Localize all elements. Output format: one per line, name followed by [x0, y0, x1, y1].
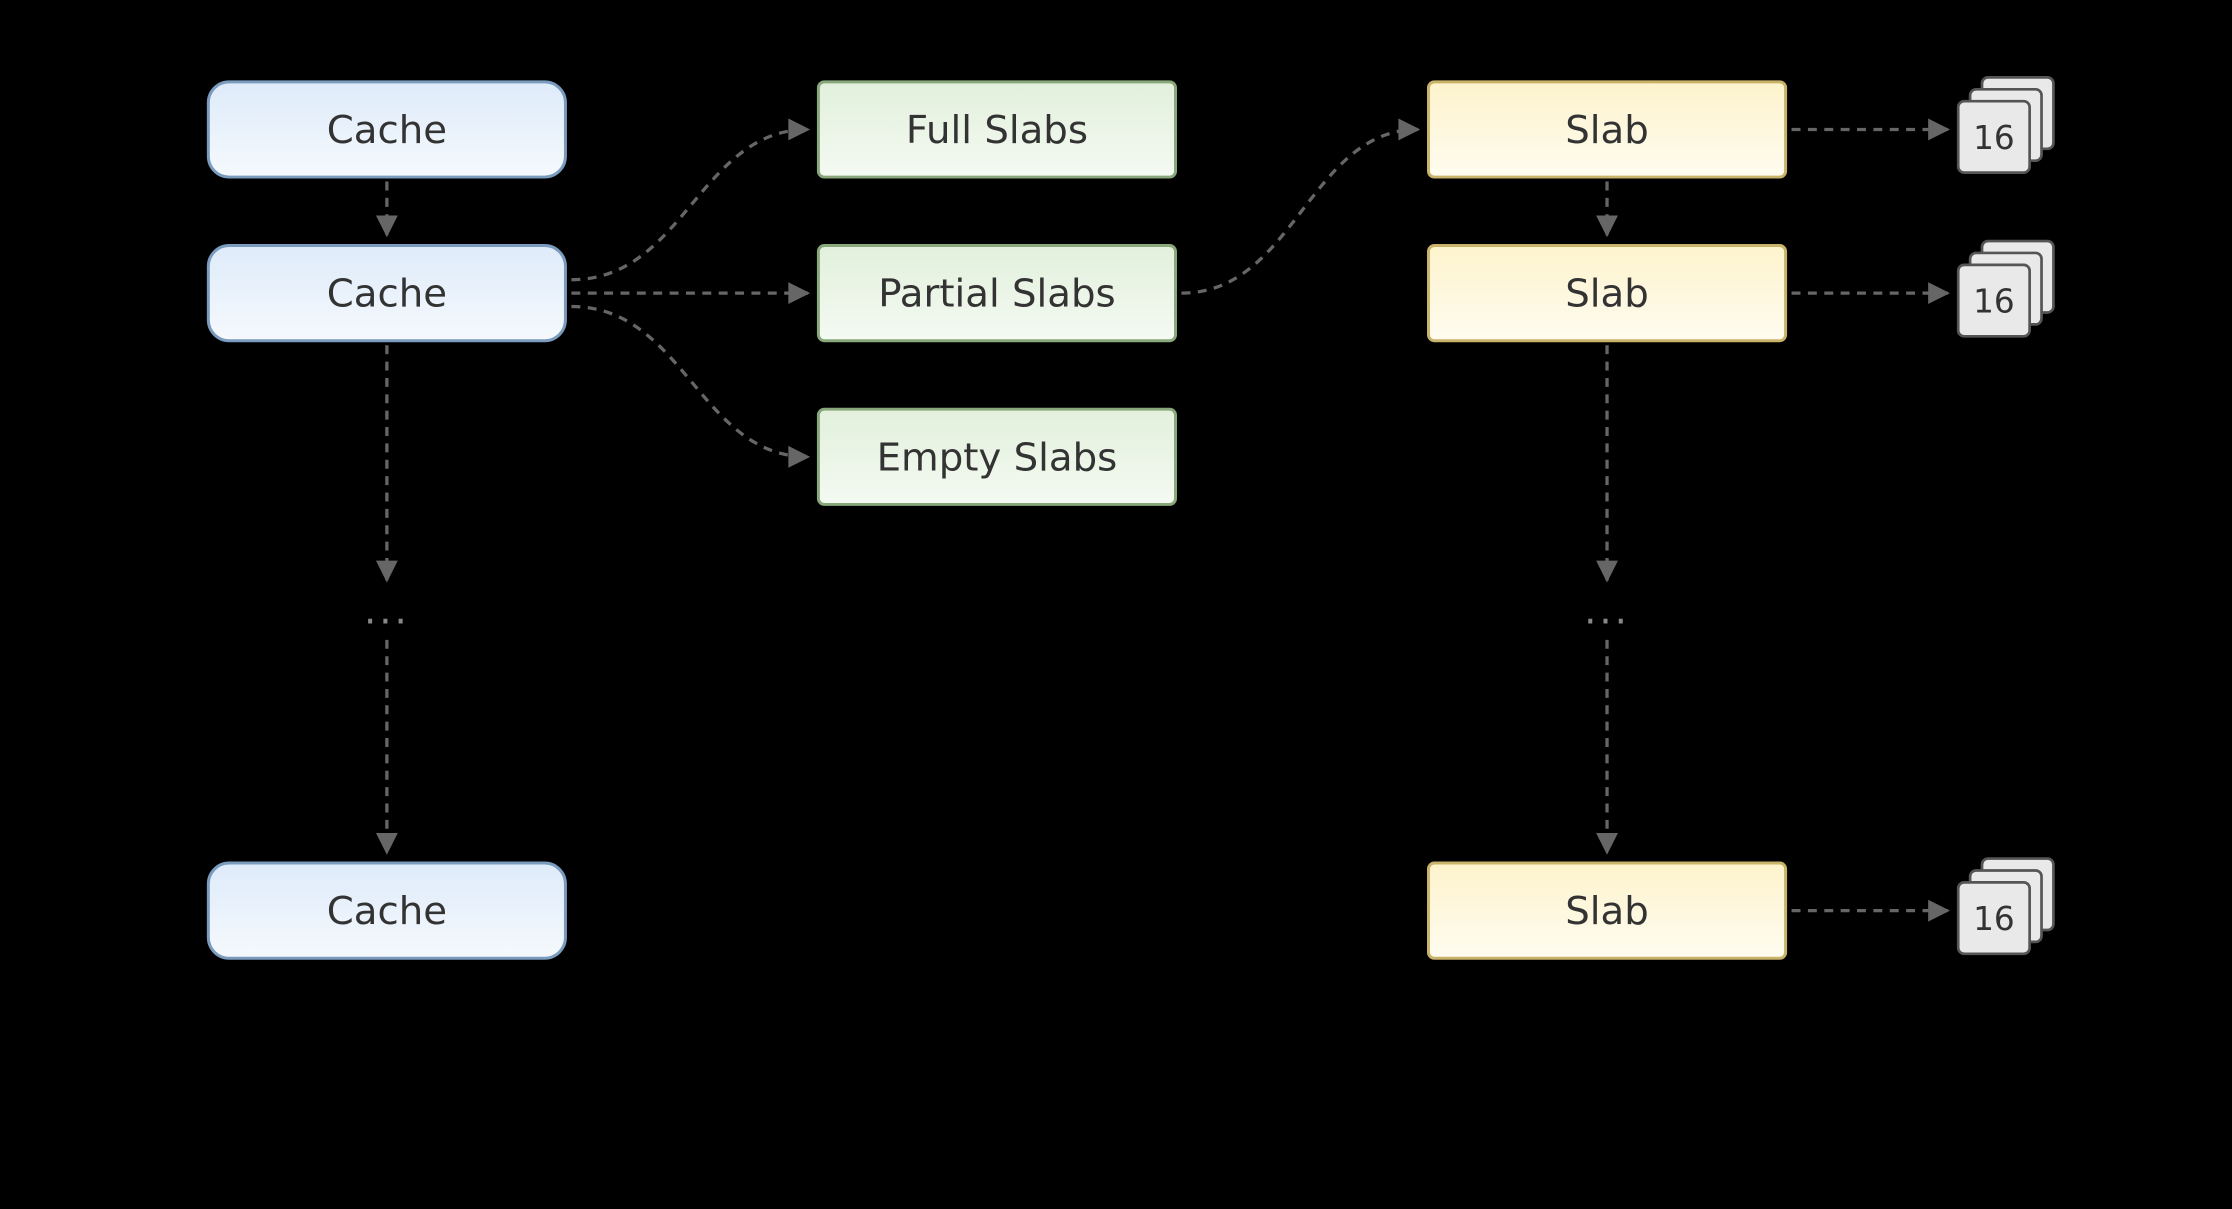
full-slabs-node: Full Slabs	[818, 82, 1175, 177]
page-stack-1: 16	[1958, 77, 2053, 172]
partial-slabs-node: Partial Slabs	[818, 246, 1175, 341]
slab-label: Slab	[1565, 272, 1649, 317]
slab-label: Slab	[1565, 889, 1649, 934]
slab-node-1: Slab	[1428, 82, 1785, 177]
partial-slabs-label: Partial Slabs	[878, 272, 1116, 317]
slab-node-n: Slab	[1428, 863, 1785, 958]
cache-label: Cache	[327, 272, 447, 317]
cache-label: Cache	[327, 889, 447, 934]
page-value: 16	[1973, 119, 2015, 157]
cache-label: Cache	[327, 108, 447, 153]
page-value: 16	[1973, 283, 2015, 321]
slab-label: Slab	[1565, 108, 1649, 153]
slab-allocator-diagram: Cache Cache ... Cache Full Slabs Partial…	[0, 0, 2232, 1208]
arrow-cache2-to-full	[571, 129, 808, 279]
cache-ellipsis: ...	[364, 589, 410, 634]
cache-node-2: Cache	[208, 246, 565, 341]
slab-ellipsis: ...	[1584, 589, 1630, 634]
page-stack-2: 16	[1958, 241, 2053, 336]
page-value: 16	[1973, 900, 2015, 938]
cache-node-1: Cache	[208, 82, 565, 177]
page-stack-n: 16	[1958, 859, 2053, 954]
empty-slabs-node: Empty Slabs	[818, 409, 1175, 504]
empty-slabs-label: Empty Slabs	[877, 435, 1118, 480]
full-slabs-label: Full Slabs	[906, 108, 1088, 153]
arrow-cache2-to-empty	[571, 307, 808, 457]
slab-node-2: Slab	[1428, 246, 1785, 341]
arrow-partial-to-slab1	[1181, 129, 1418, 293]
cache-node-n: Cache	[208, 863, 565, 958]
